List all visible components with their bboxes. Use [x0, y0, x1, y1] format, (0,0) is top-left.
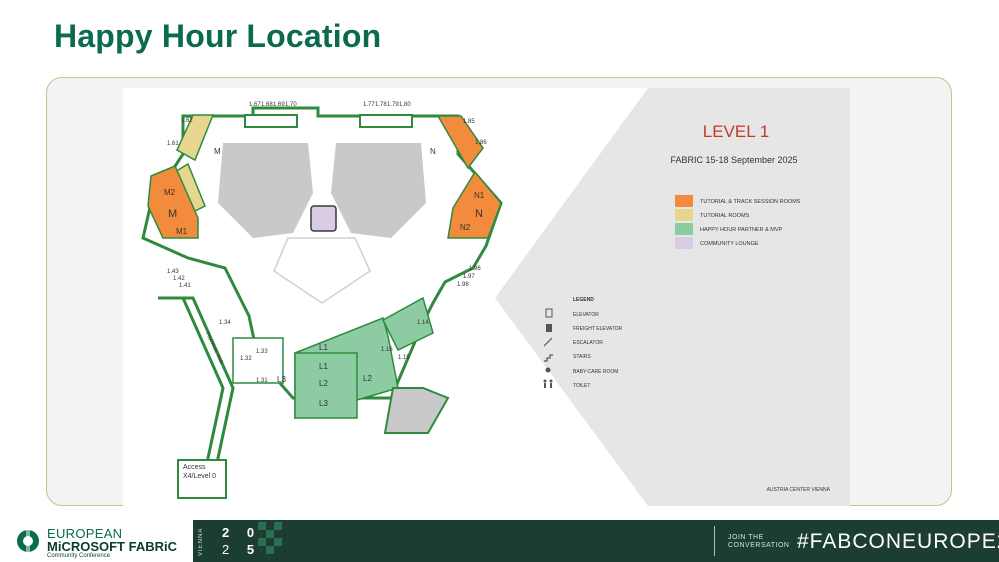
hashtag: #FABCONEUROPE25 — [797, 530, 999, 553]
join-line-1: JOIN THE — [728, 534, 764, 541]
year-bottom: 2 5 — [222, 542, 261, 557]
room-label: 1.16 — [381, 347, 393, 353]
legend-symbol-label: ELEVATOR — [573, 312, 599, 318]
room-block-177-180 — [359, 114, 413, 128]
room-label: 1.41 — [179, 283, 191, 289]
access-label: Access — [183, 464, 206, 471]
room-label: M2 — [164, 188, 176, 197]
access-label: X4/Level 0 — [183, 473, 216, 480]
legend-label: TUTORIAL & TRACK SESSION ROOMS — [700, 199, 801, 205]
legend-label: TUTORIAL ROOMS — [700, 213, 750, 219]
fabric-logo-icon — [17, 529, 39, 553]
room-label: N — [430, 147, 436, 156]
footer-divider — [714, 526, 715, 556]
baby-care-icon — [545, 367, 551, 373]
venue-label: AUSTRIA CENTER VIENNA — [767, 487, 831, 493]
logo-line-3: Community Conference — [47, 553, 111, 559]
legend-symbol-label: TOILET — [573, 383, 590, 389]
room-label: 1.77 — [363, 102, 375, 108]
room-label: L1 — [319, 343, 328, 352]
room-label: 1.42 — [173, 276, 185, 282]
event-line: FABRIC 15-18 September 2025 — [670, 155, 797, 165]
legend-swatch-tutorial — [675, 209, 693, 221]
room-label: 1.62 — [181, 118, 193, 124]
room-label: M1 — [176, 227, 188, 236]
join-line-2: CONVERSATION — [728, 542, 790, 549]
room-label: 1.69 — [273, 102, 285, 108]
legend-label: HAPPY HOUR PARTNER & MVP — [700, 227, 783, 233]
room-label: 1.80 — [399, 102, 411, 108]
join-label: JOIN THE CONVERSATION — [728, 534, 790, 550]
footer-bar: EUROPEAN MiCROSOFT FABRiC Community Conf… — [0, 520, 999, 562]
page-title: Happy Hour Location — [54, 18, 382, 54]
room-label: N1 — [474, 191, 485, 200]
legend-label: COMMUNITY LOUNGE — [700, 241, 759, 247]
room-label: L2 — [363, 374, 372, 383]
room-block-167-170 — [244, 114, 298, 128]
level-title: LEVEL 1 — [703, 122, 769, 141]
room-label: 1.96 — [469, 266, 481, 272]
legend-swatch-community — [675, 237, 693, 249]
floor-plan-map: 1.62 1.61 1.85 1.86 1.67 1.68 1.69 1.70 … — [123, 88, 850, 506]
checker-pattern — [258, 522, 282, 554]
year-bottom-a: 2 — [222, 542, 247, 557]
room-label: 1.68 — [261, 102, 273, 108]
logo-line-2: MiCROSOFT FABRiC — [47, 539, 177, 554]
year-top: 2 0 — [222, 525, 262, 540]
room-label: L3 — [277, 375, 286, 384]
community-lounge — [310, 205, 337, 232]
room-label: 1.33 — [256, 349, 268, 355]
room-label: N — [475, 208, 483, 220]
room-label: 1.43 — [167, 269, 179, 275]
room-label: 1.67 — [249, 102, 261, 108]
room-label: 1.70 — [285, 102, 297, 108]
room-label: 1.61 — [167, 141, 179, 147]
room-label: M — [214, 147, 221, 156]
legend-swatch-happy-hour — [675, 223, 693, 235]
room-label: 1.34 — [219, 320, 231, 326]
room-label: 1.79 — [387, 102, 399, 108]
room-label: 1.78 — [375, 102, 387, 108]
room-label: 1.98 — [457, 282, 469, 288]
room-label: 1.14 — [417, 320, 429, 326]
room-label: L1 — [319, 362, 328, 371]
room-label: 1.85 — [463, 119, 475, 125]
room-label: L3 — [319, 399, 328, 408]
city-label: VIENNA — [198, 527, 204, 556]
room-label: M — [168, 208, 177, 220]
room-label: N2 — [460, 223, 471, 232]
room-label: 1.15 — [398, 355, 410, 361]
legend-symbol-label: BABY-CARE ROOM — [573, 369, 618, 375]
legend-swatch-tutorial-track — [675, 195, 693, 207]
freight-elevator-icon — [546, 324, 552, 332]
room-label: 1.32 — [240, 356, 252, 362]
room-label: 1.31 — [256, 378, 268, 384]
symbol-legend-title: LEGEND — [573, 297, 594, 303]
room-label: L2 — [319, 379, 328, 388]
event-logo: EUROPEAN MiCROSOFT FABRiC Community Conf… — [0, 520, 193, 562]
legend-symbol-label: FREIGHT ELEVATOR — [573, 326, 622, 332]
legend-symbol-label: STAIRS — [573, 354, 591, 360]
room-label: 1.86 — [475, 140, 487, 146]
room-label: 1.97 — [463, 274, 475, 280]
legend-symbol-label: ESCALATOR — [573, 340, 603, 346]
